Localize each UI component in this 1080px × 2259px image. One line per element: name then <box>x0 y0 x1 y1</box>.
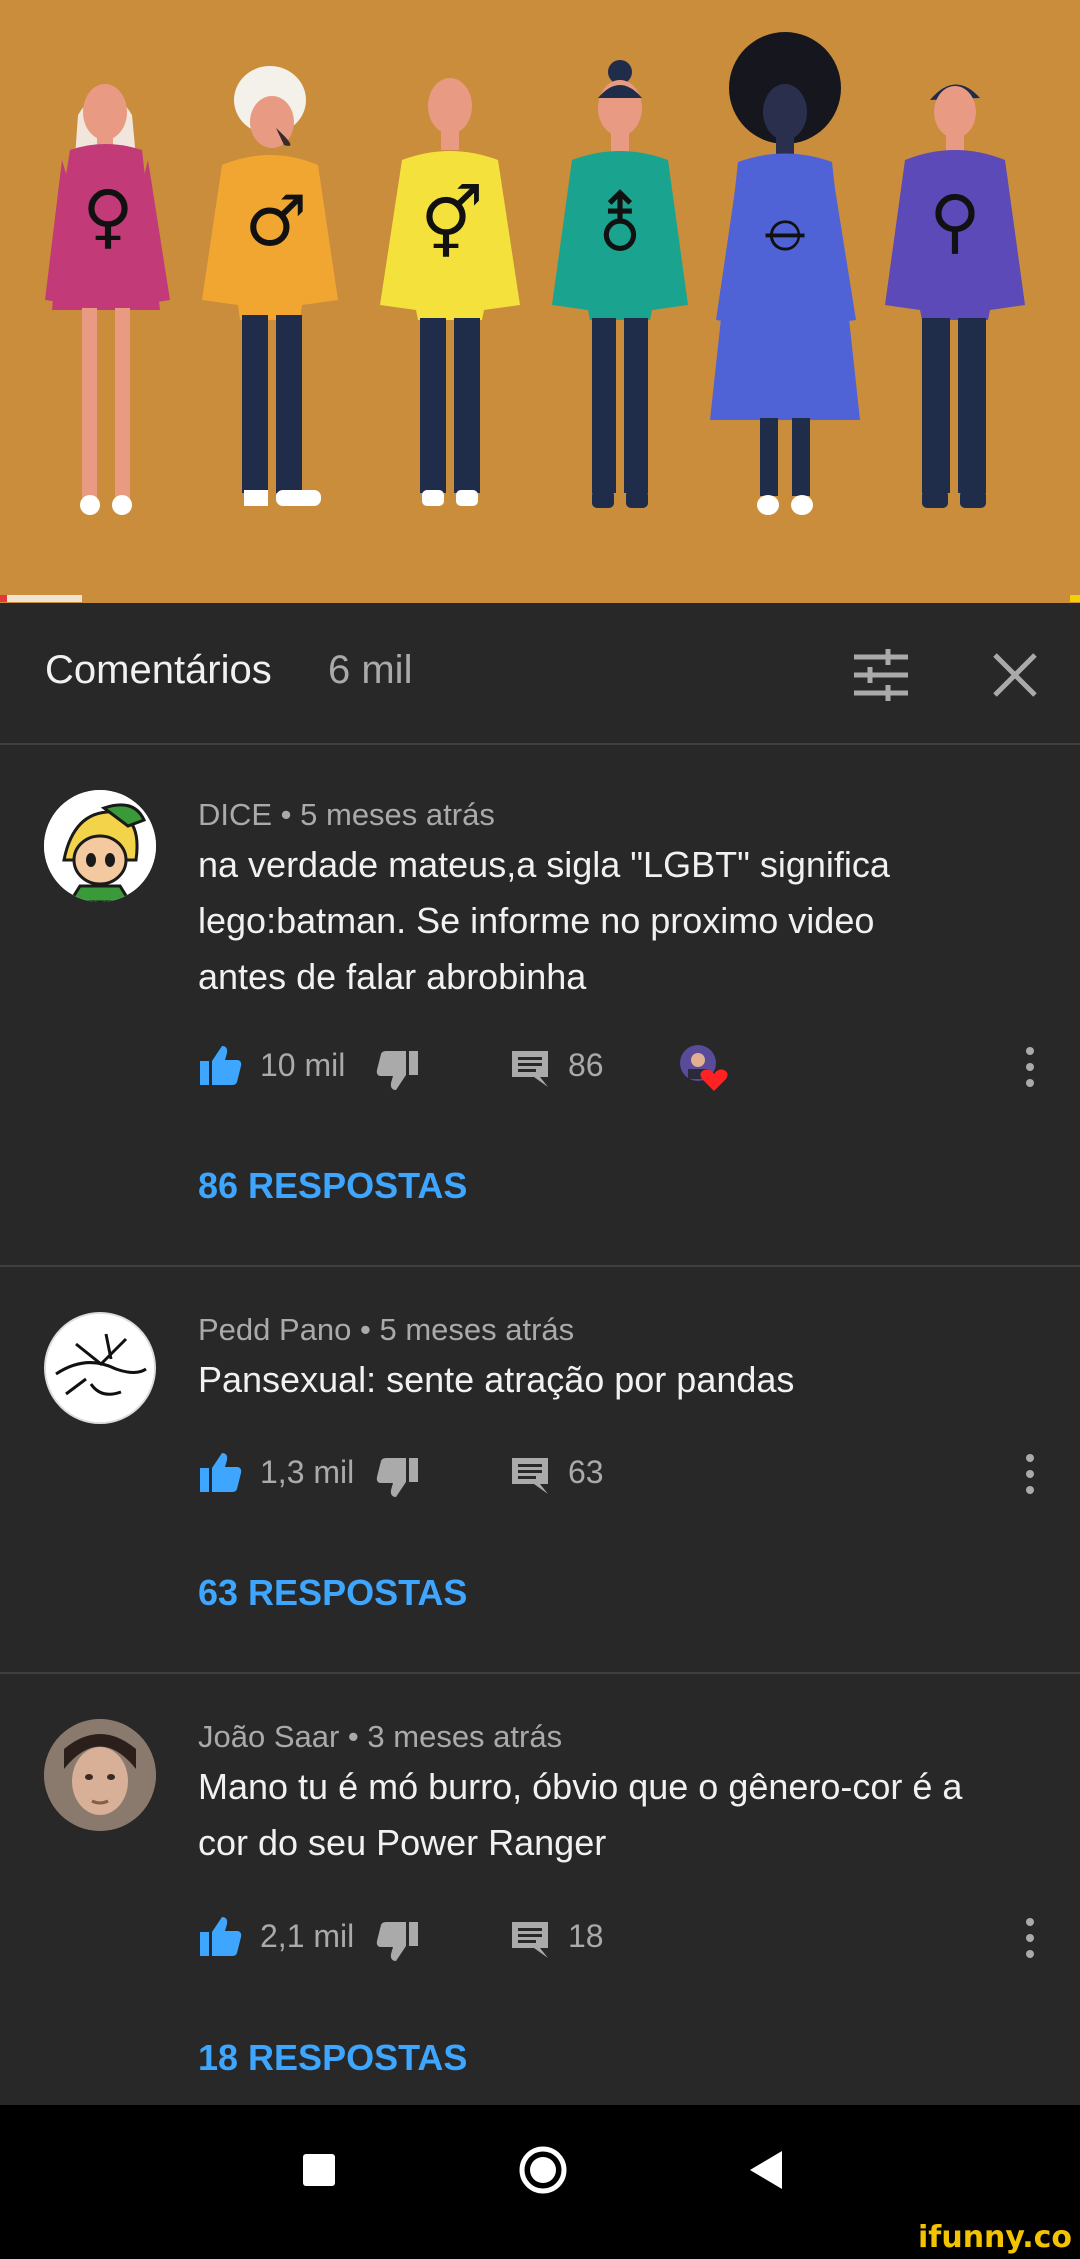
view-replies-button[interactable]: 86 RESPOSTAS <box>198 1165 467 1207</box>
more-vert-icon[interactable] <box>1018 1916 1042 1960</box>
comment-actions: 10 mil 86 <box>198 1043 1048 1103</box>
gender-symbols-illustration: ♀ ♂ ⚥ ⚨ ⦵ ⚲ <box>45 32 1025 515</box>
reply-count: 63 <box>568 1454 604 1490</box>
photo-avatar <box>44 1719 156 1831</box>
comments-header: Comentários 6 mil <box>0 603 1080 745</box>
progress-played <box>0 595 7 602</box>
dislike-icon[interactable] <box>376 1049 420 1093</box>
recents-icon[interactable] <box>303 2154 335 2186</box>
comment-meta: João Saar • 3 meses atrás <box>198 1719 563 1754</box>
like-icon[interactable] <box>198 1043 242 1087</box>
sketch-avatar <box>46 1314 154 1422</box>
comment-text-line: antes de falar abrobinha <box>198 956 587 997</box>
progress-end-marker <box>1070 595 1080 602</box>
genderqueer-symbol: ⚨ <box>591 185 650 267</box>
comment-meta: DICE • 5 meses atrás <box>198 797 495 832</box>
avatar[interactable] <box>44 1312 156 1424</box>
heart-icon <box>700 1069 728 1091</box>
like-count: 1,3 mil <box>260 1454 355 1490</box>
more-vert-icon[interactable] <box>1018 1452 1042 1496</box>
comment-text-line: Mano tu é mó burro, óbvio que o gênero-c… <box>198 1766 963 1807</box>
comment-actions: 2,1 mil 18 <box>198 1914 1048 1974</box>
back-icon[interactable] <box>746 2145 786 2195</box>
comment-text: na verdade mateus,a sigla "LGBT" signifi… <box>198 837 1038 1005</box>
comment-text: Pansexual: sente atração por pandas <box>198 1352 1038 1408</box>
reply-count: 86 <box>568 1047 604 1083</box>
neutrois-symbol: ⚲ <box>929 180 980 262</box>
close-icon <box>993 653 1037 697</box>
like-icon[interactable] <box>198 1450 242 1494</box>
reply-count: 18 <box>568 1918 604 1954</box>
comments-title: Comentários <box>45 648 272 692</box>
comment-text-line: cor do seu Power Ranger <box>198 1822 607 1863</box>
comments-count: 6 mil <box>328 648 413 692</box>
figure-5 <box>710 32 860 515</box>
filter-icon <box>854 649 908 701</box>
dislike-icon[interactable] <box>376 1456 420 1500</box>
reply-icon[interactable] <box>510 1920 550 1960</box>
comment-item: Pedd Pano • 5 meses atrás Pansexual: sen… <box>0 1267 1080 1674</box>
figure-3 <box>380 78 520 506</box>
creator-heart-badge <box>680 1045 728 1091</box>
avatar[interactable] <box>44 790 156 902</box>
like-count: 10 mil <box>260 1047 346 1083</box>
toon-link-avatar <box>44 790 156 902</box>
comment-text-line: lego:batman. Se informe no proximo video <box>198 900 875 941</box>
comment-item: João Saar • 3 meses atrás Mano tu é mó b… <box>0 1674 1080 2105</box>
avatar[interactable] <box>44 1719 156 1831</box>
agender-symbol: ⦵ <box>757 185 816 267</box>
comment-meta: Pedd Pano • 5 meses atrás <box>198 1312 575 1347</box>
figure-2 <box>202 66 338 506</box>
female-symbol: ♀ <box>82 175 133 257</box>
android-nav-bar: ifunny.co <box>0 2105 1080 2259</box>
male-symbol: ♂ <box>245 180 308 262</box>
progress-buffered <box>7 595 82 602</box>
like-count: 2,1 mil <box>260 1918 355 1954</box>
comment-item: DICE • 5 meses atrás na verdade mateus,a… <box>0 745 1080 1267</box>
comment-text: Mano tu é mó burro, óbvio que o gênero-c… <box>198 1759 1038 1871</box>
reply-icon[interactable] <box>510 1456 550 1496</box>
close-button[interactable] <box>985 645 1045 705</box>
intersex-symbol: ⚥ <box>420 183 483 265</box>
more-vert-icon[interactable] <box>1018 1045 1042 1089</box>
figure-6 <box>885 84 1025 508</box>
like-icon[interactable] <box>198 1914 242 1958</box>
home-icon[interactable] <box>518 2145 568 2195</box>
video-progress-bar[interactable] <box>0 595 1080 602</box>
figure-1 <box>45 84 170 515</box>
comment-actions: 1,3 mil 63 <box>198 1450 1048 1510</box>
figure-4 <box>552 60 688 508</box>
video-thumbnail[interactable]: ♀ ♂ ⚥ ⚨ ⦵ ⚲ <box>0 0 1080 603</box>
filter-button[interactable] <box>848 645 914 705</box>
watermark: ifunny.co <box>918 2220 1072 2255</box>
dislike-icon[interactable] <box>376 1920 420 1964</box>
comment-text-line: na verdade mateus,a sigla "LGBT" signifi… <box>198 844 890 885</box>
reply-icon[interactable] <box>510 1049 550 1089</box>
view-replies-button[interactable]: 63 RESPOSTAS <box>198 1572 467 1614</box>
view-replies-button[interactable]: 18 RESPOSTAS <box>198 2037 467 2079</box>
comment-text-line: Pansexual: sente atração por pandas <box>198 1359 795 1400</box>
